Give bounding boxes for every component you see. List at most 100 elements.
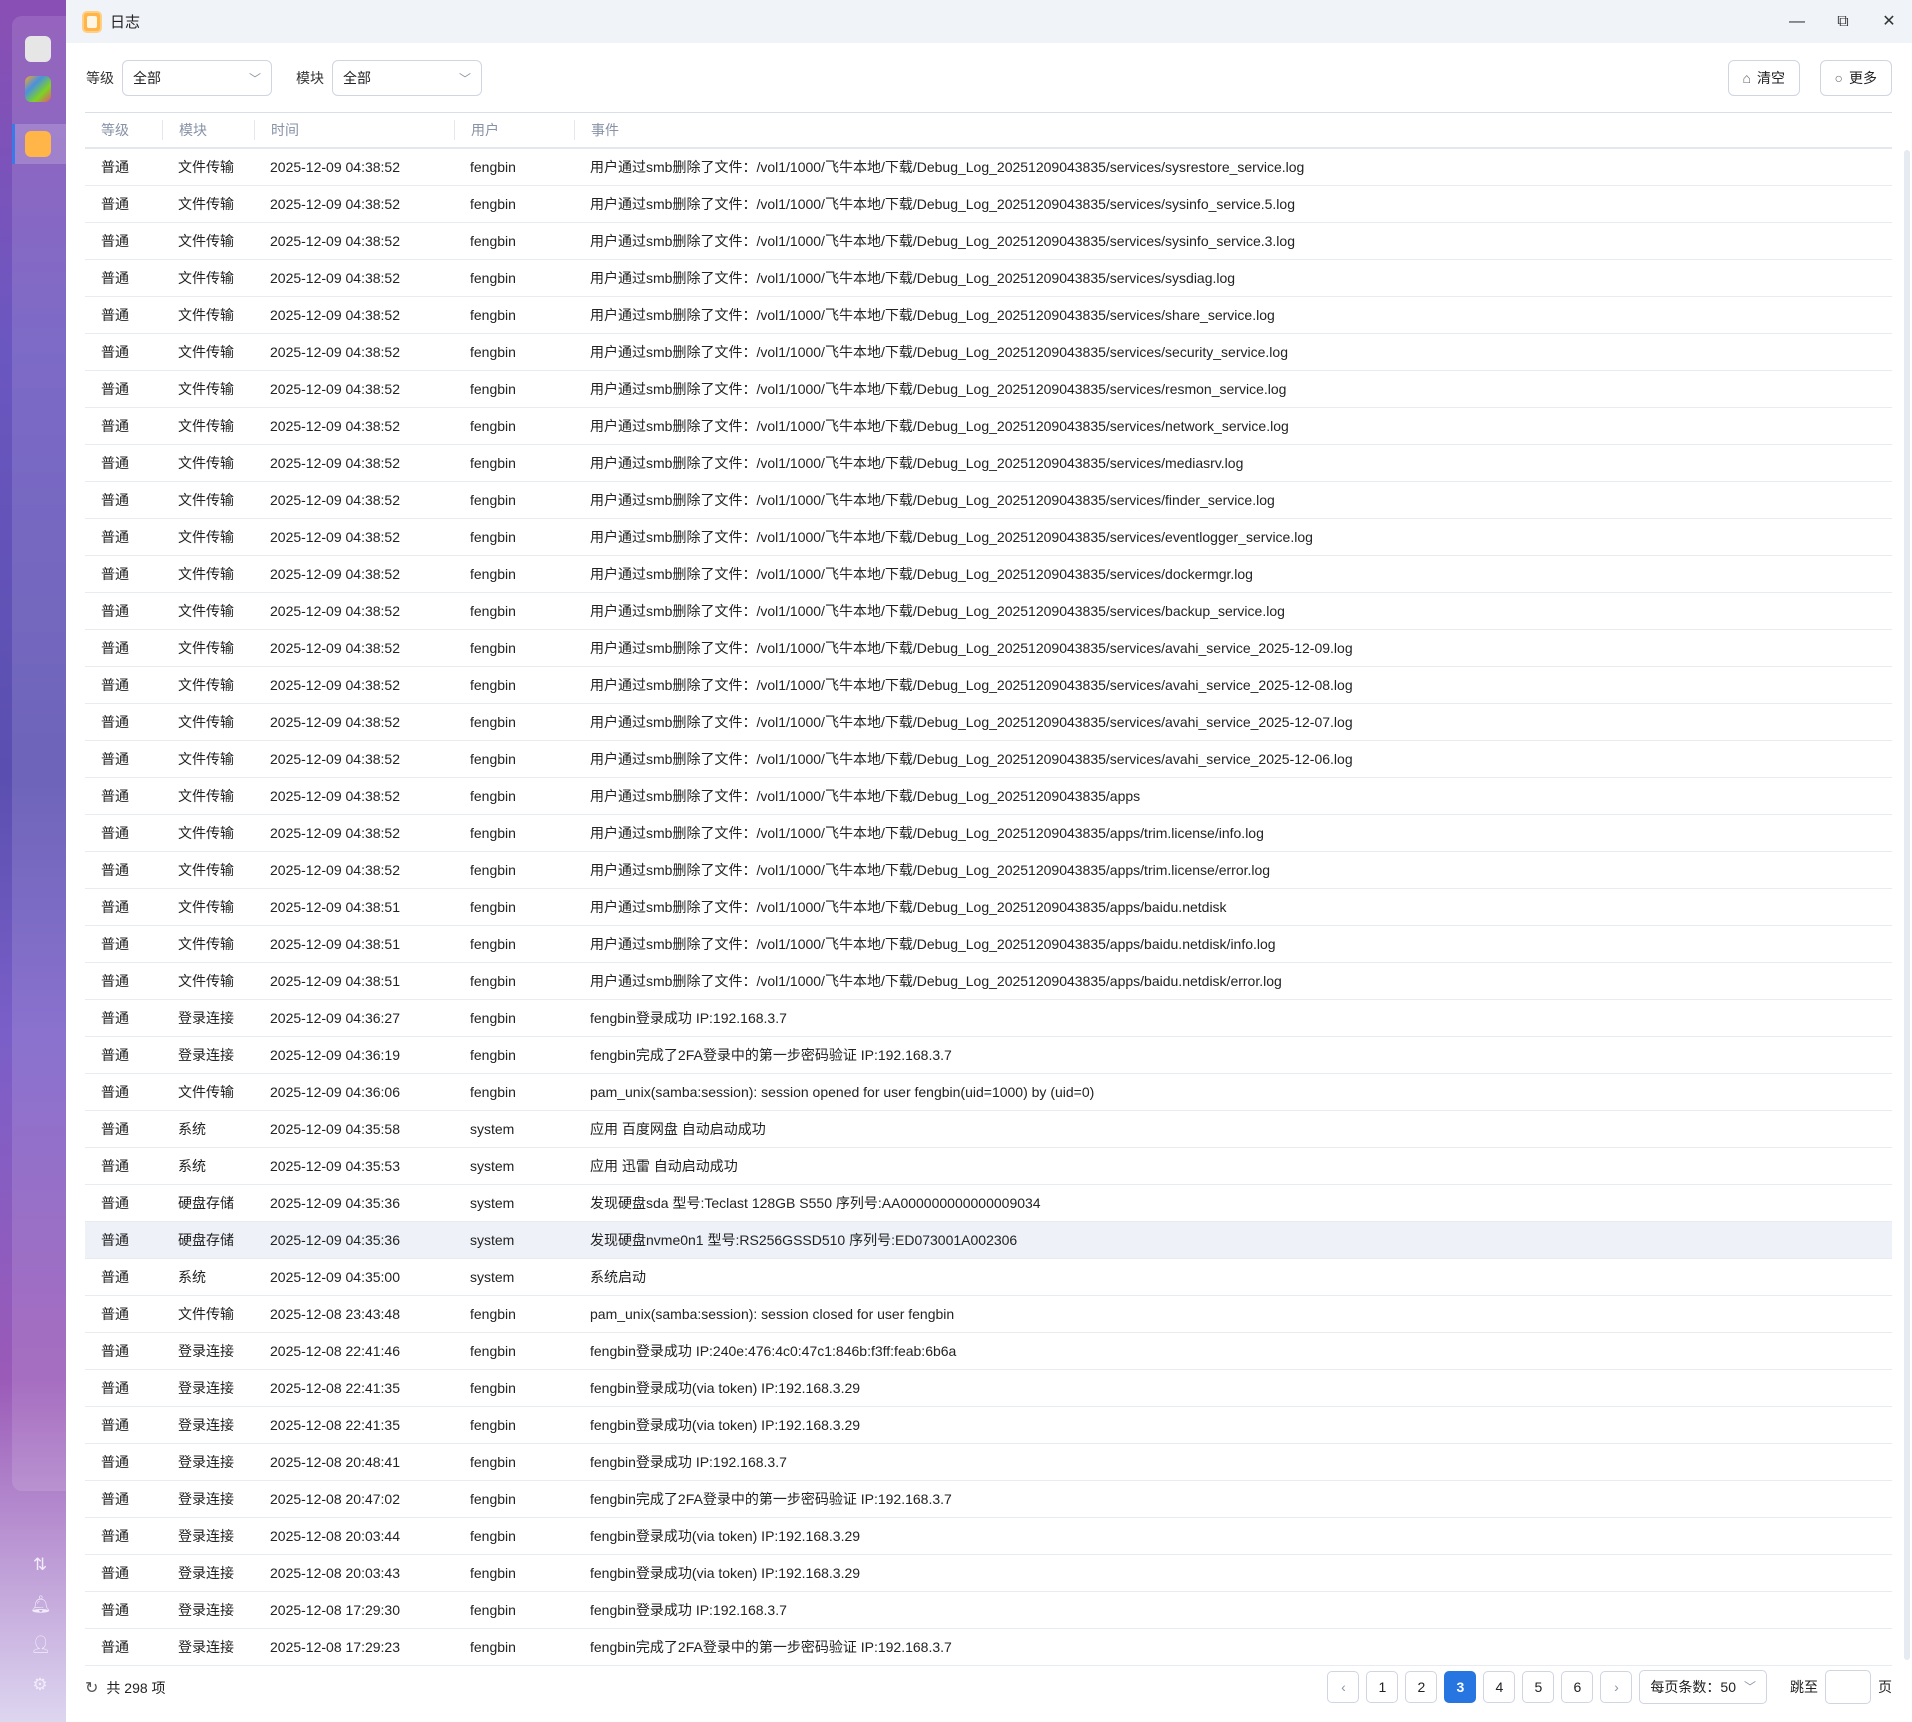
row-module: 登录连接 [178, 1491, 234, 1507]
desktop-monitor-icon[interactable] [25, 36, 51, 62]
row-user: fengbin [470, 1306, 516, 1322]
row-time: 2025-12-09 04:38:52 [270, 751, 400, 767]
table-row[interactable]: 普通 登录连接 2025-12-08 17:29:30 fengbin fengbin登… [85, 1592, 1892, 1629]
row-time: 2025-12-09 04:38:52 [270, 196, 400, 212]
more-button[interactable]: ○ 更多 [1819, 60, 1892, 96]
refresh-icon[interactable]: ↻ [85, 1678, 98, 1698]
row-level: 普通 [101, 1417, 129, 1433]
table-row[interactable]: 普通 登录连接 2025-12-08 17:29:23 fengbin fengbin完… [85, 1629, 1892, 1666]
row-user: system [470, 1158, 515, 1174]
page-button-3[interactable]: 3 [1444, 1671, 1477, 1703]
row-time: 2025-12-09 04:38:52 [270, 825, 400, 841]
row-level: 普通 [101, 1639, 129, 1655]
table-row[interactable]: 普通 系统 2025-12-09 04:35:58 system 应用 百度网盘 自动启… [85, 1111, 1892, 1148]
minimize-button[interactable]: — [1774, 0, 1820, 43]
page-button-6[interactable]: 6 [1561, 1671, 1594, 1703]
table-row[interactable]: 普通 文件传输 2025-12-09 04:38:52 fengbin 用户通过smb删… [85, 223, 1892, 260]
row-level: 普通 [101, 1232, 129, 1248]
row-user: fengbin [470, 751, 516, 767]
table-row[interactable]: 普通 文件传输 2025-12-09 04:38:52 fengbin 用户通过smb删… [85, 260, 1892, 297]
maximize-button[interactable]: ⧉ [1820, 0, 1866, 43]
row-module: 文件传输 [178, 677, 234, 693]
table-row[interactable]: 普通 文件传输 2025-12-09 04:38:52 fengbin 用户通过smb删… [85, 186, 1892, 223]
table-row[interactable]: 普通 文件传输 2025-12-09 04:38:52 fengbin 用户通过smb删… [85, 297, 1892, 334]
table-row[interactable]: 普通 文件传输 2025-12-09 04:38:52 fengbin 用户通过smb删… [85, 852, 1892, 889]
table-row[interactable]: 普通 文件传输 2025-12-09 04:38:52 fengbin 用户通过smb删… [85, 334, 1892, 371]
table-row[interactable]: 普通 文件传输 2025-12-09 04:38:52 fengbin 用户通过smb删… [85, 704, 1892, 741]
table-row[interactable]: 普通 文件传输 2025-12-09 04:36:06 fengbin pam_unix… [85, 1074, 1892, 1111]
table-row[interactable]: 普通 文件传输 2025-12-09 04:38:52 fengbin 用户通过smb删… [85, 408, 1892, 445]
bell-icon[interactable]: 🔔︎ [30, 1595, 52, 1615]
level-filter-select[interactable]: 全部 ﹀ [122, 60, 272, 96]
row-level: 普通 [101, 1084, 129, 1100]
row-user: fengbin [470, 233, 516, 249]
table-row[interactable]: 普通 系统 2025-12-09 04:35:00 system 系统启动 [85, 1259, 1892, 1296]
page-button-2[interactable]: 2 [1405, 1671, 1438, 1703]
table-row[interactable]: 普通 文件传输 2025-12-09 04:38:52 fengbin 用户通过smb删… [85, 593, 1892, 630]
table-row[interactable]: 普通 登录连接 2025-12-08 22:41:46 fengbin fengbin登… [85, 1333, 1892, 1370]
clear-button[interactable]: ⌂ 清空 [1727, 60, 1800, 96]
table-row[interactable]: 普通 登录连接 2025-12-08 20:03:44 fengbin fengbin登… [85, 1518, 1892, 1555]
table-row[interactable]: 普通 文件传输 2025-12-09 04:38:52 fengbin 用户通过smb删… [85, 741, 1892, 778]
table-row[interactable]: 普通 文件传输 2025-12-09 04:38:52 fengbin 用户通过smb删… [85, 519, 1892, 556]
row-level: 普通 [101, 677, 129, 693]
jump-page-input[interactable] [1825, 1670, 1871, 1704]
table-row[interactable]: 普通 文件传输 2025-12-09 04:38:52 fengbin 用户通过smb删… [85, 815, 1892, 852]
row-user: fengbin [470, 344, 516, 360]
row-module: 文件传输 [178, 603, 234, 619]
row-time: 2025-12-09 04:35:53 [270, 1158, 400, 1174]
column-header-module[interactable]: 模块 [162, 120, 207, 140]
user-icon[interactable]: 👤︎ [30, 1635, 52, 1655]
log-window: 日志 — ⧉ ✕ 等级 全部 ﹀ 模块 全部 ﹀ ⌂ 清空 ○ 更多 等级 模块… [66, 0, 1912, 1722]
row-level: 普通 [101, 788, 129, 804]
transfer-icon[interactable]: ⇅ [30, 1555, 50, 1575]
page-button-4[interactable]: 4 [1483, 1671, 1516, 1703]
table-row[interactable]: 普通 登录连接 2025-12-08 20:03:43 fengbin fengbin登… [85, 1555, 1892, 1592]
table-row[interactable]: 普通 登录连接 2025-12-09 04:36:19 fengbin fengbin完… [85, 1037, 1892, 1074]
row-level: 普通 [101, 603, 129, 619]
row-module: 硬盘存储 [178, 1232, 234, 1248]
prev-page-button[interactable]: ‹ [1327, 1671, 1360, 1703]
table-row[interactable]: 普通 系统 2025-12-09 04:35:53 system 应用 迅雷 自动启动成… [85, 1148, 1892, 1185]
row-user: fengbin [470, 825, 516, 841]
row-user: fengbin [470, 677, 516, 693]
table-row[interactable]: 普通 文件传输 2025-12-09 04:38:51 fengbin 用户通过smb删… [85, 889, 1892, 926]
level-filter-value: 全部 [133, 70, 161, 86]
table-row[interactable]: 普通 硬盘存储 2025-12-09 04:35:36 system 发现硬盘nvme0… [85, 1222, 1892, 1259]
gear-icon[interactable]: ⚙ [30, 1675, 50, 1695]
table-scrollbar[interactable] [1904, 150, 1910, 1660]
column-header-level[interactable]: 等级 [85, 120, 129, 140]
close-button[interactable]: ✕ [1866, 0, 1912, 43]
table-row[interactable]: 普通 文件传输 2025-12-08 23:43:48 fengbin pam_unix… [85, 1296, 1892, 1333]
table-row[interactable]: 普通 文件传输 2025-12-09 04:38:51 fengbin 用户通过smb删… [85, 926, 1892, 963]
column-header-user[interactable]: 用户 [454, 120, 499, 140]
table-row[interactable]: 普通 文件传输 2025-12-09 04:38:52 fengbin 用户通过smb删… [85, 778, 1892, 815]
column-header-event[interactable]: 事件 [574, 120, 619, 140]
page-button-5[interactable]: 5 [1522, 1671, 1555, 1703]
table-row[interactable]: 普通 文件传输 2025-12-09 04:38:52 fengbin 用户通过smb删… [85, 149, 1892, 186]
table-row[interactable]: 普通 文件传输 2025-12-09 04:38:52 fengbin 用户通过smb删… [85, 371, 1892, 408]
column-header-time[interactable]: 时间 [254, 120, 299, 140]
table-row[interactable]: 普通 文件传输 2025-12-09 04:38:52 fengbin 用户通过smb删… [85, 482, 1892, 519]
module-filter-select[interactable]: 全部 ﹀ [332, 60, 482, 96]
table-row[interactable]: 普通 登录连接 2025-12-08 22:41:35 fengbin fengbin登… [85, 1370, 1892, 1407]
page-size-select[interactable]: 每页条数：50 ﹀ [1639, 1670, 1767, 1704]
table-row[interactable]: 普通 文件传输 2025-12-09 04:38:52 fengbin 用户通过smb删… [85, 630, 1892, 667]
row-module: 文件传输 [178, 936, 234, 952]
table-row[interactable]: 普通 登录连接 2025-12-08 20:47:02 fengbin fengbin完… [85, 1481, 1892, 1518]
table-row[interactable]: 普通 登录连接 2025-12-08 22:41:35 fengbin fengbin登… [85, 1407, 1892, 1444]
table-row[interactable]: 普通 文件传输 2025-12-09 04:38:51 fengbin 用户通过smb删… [85, 963, 1892, 1000]
row-time: 2025-12-08 17:29:23 [270, 1639, 400, 1655]
app-center-icon[interactable] [25, 76, 51, 102]
next-page-button[interactable]: › [1600, 1671, 1633, 1703]
row-time: 2025-12-09 04:38:52 [270, 529, 400, 545]
log-app-icon[interactable] [25, 131, 51, 157]
table-row[interactable]: 普通 文件传输 2025-12-09 04:38:52 fengbin 用户通过smb删… [85, 445, 1892, 482]
table-row[interactable]: 普通 硬盘存储 2025-12-09 04:35:36 system 发现硬盘sda 型… [85, 1185, 1892, 1222]
table-row[interactable]: 普通 文件传输 2025-12-09 04:38:52 fengbin 用户通过smb删… [85, 556, 1892, 593]
table-row[interactable]: 普通 登录连接 2025-12-08 20:48:41 fengbin fengbin登… [85, 1444, 1892, 1481]
table-row[interactable]: 普通 登录连接 2025-12-09 04:36:27 fengbin fengbin登… [85, 1000, 1892, 1037]
table-row[interactable]: 普通 文件传输 2025-12-09 04:38:52 fengbin 用户通过smb删… [85, 667, 1892, 704]
row-level: 普通 [101, 751, 129, 767]
page-button-1[interactable]: 1 [1366, 1671, 1399, 1703]
